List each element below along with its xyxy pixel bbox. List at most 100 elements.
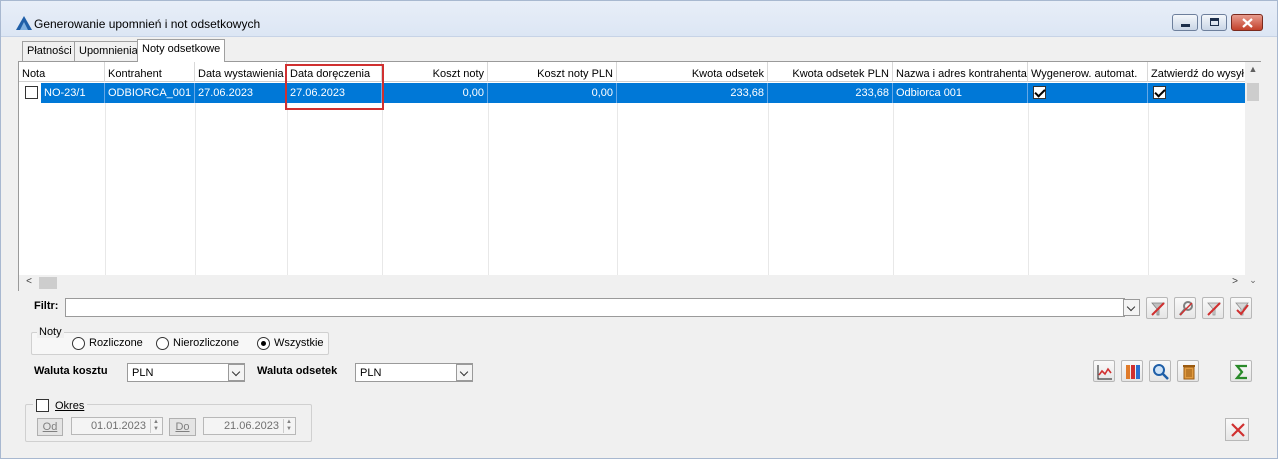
grid-line (768, 103, 769, 275)
window-title: Generowanie upomnień i not odsetkowych (34, 17, 261, 31)
horizontal-scrollbar[interactable]: < > (19, 275, 1245, 291)
vertical-scrollbar[interactable]: ▲ ⌄ (1245, 62, 1261, 291)
cell-kontrahent: ODBIORCA_001 (105, 83, 195, 103)
grid-line (382, 103, 383, 275)
row-select-cell (19, 83, 41, 103)
waluta-odsetek-dropdown-icon[interactable] (456, 364, 473, 381)
cell-wygenerow-automat (1028, 83, 1148, 103)
trash-icon (1183, 365, 1195, 380)
cell-koszt-noty: 0,00 (382, 83, 488, 103)
waluta-kosztu-label: Waluta kosztu (34, 365, 108, 377)
grid-line (1148, 103, 1149, 275)
col-koszt-noty[interactable]: Koszt noty (382, 62, 488, 82)
filter-wrench-icon (1179, 301, 1193, 316)
col-data-wystawienia[interactable]: Data wystawienia (195, 62, 287, 82)
col-zatwierdz[interactable]: Zatwierdź do wysył (1148, 62, 1245, 82)
tab-noty-odsetkowe[interactable]: Noty odsetkowe (137, 39, 226, 62)
zatwierdz-checkbox[interactable] (1153, 86, 1166, 99)
filter-apply-icon (1235, 302, 1249, 316)
grid-line (195, 103, 196, 275)
scroll-up-icon[interactable]: ▲ (1245, 64, 1261, 81)
radio-wszystkie[interactable] (257, 337, 270, 350)
scroll-right-icon[interactable]: > (1227, 276, 1243, 290)
filter-clear-button[interactable] (1146, 297, 1168, 319)
cell-kwota-odsetek-pln: 233,68 (768, 83, 893, 103)
waluta-kosztu-dropdown-icon[interactable] (228, 364, 245, 381)
noty-group-label: Noty (37, 326, 64, 338)
do-date-spin-icon[interactable]: ▲ ▼ (283, 419, 294, 433)
cell-kwota-odsetek: 233,68 (617, 83, 768, 103)
grid-line (893, 103, 894, 275)
od-date-spin-icon[interactable]: ▲ ▼ (150, 419, 161, 433)
wygenerow-automat-checkbox[interactable] (1033, 86, 1046, 99)
sum-button[interactable] (1230, 360, 1252, 382)
cell-data-wystawienia: 27.06.2023 (195, 83, 287, 103)
app-logo-icon (16, 16, 32, 30)
cell-nota: NO-23/1 (41, 83, 105, 103)
main-window: Generowanie upomnień i not odsetkowych P… (0, 0, 1278, 459)
scroll-left-icon[interactable]: < (21, 276, 37, 290)
row-select-checkbox[interactable] (25, 86, 38, 99)
cell-zatwierdz (1148, 83, 1245, 103)
chart-button[interactable] (1093, 360, 1115, 382)
od-date-field[interactable]: 01.01.2023 ▲ ▼ (71, 417, 163, 435)
minimize-icon (1181, 24, 1190, 27)
grid-line (617, 103, 618, 275)
grid-line (105, 103, 106, 275)
maximize-icon (1210, 18, 1219, 26)
columns-button[interactable] (1121, 360, 1143, 382)
okres-label[interactable]: Okres (55, 398, 84, 412)
search-button[interactable] (1149, 360, 1171, 382)
radio-nierozliczone-label[interactable]: Nierozliczone (173, 337, 239, 349)
radio-nierozliczone[interactable] (156, 337, 169, 350)
grid-line (287, 103, 288, 275)
col-koszt-noty-pln[interactable]: Koszt noty PLN (488, 62, 617, 82)
cell-koszt-noty-pln: 0,00 (488, 83, 617, 103)
radio-rozliczone[interactable] (72, 337, 85, 350)
title-bar: Generowanie upomnień i not odsetkowych (1, 1, 1277, 37)
filter-remove-button[interactable] (1202, 297, 1224, 319)
okres-title: Okres (33, 398, 88, 414)
col-nota[interactable]: Nota (19, 62, 105, 82)
filter-input[interactable] (65, 298, 1125, 317)
delete-button[interactable] (1177, 360, 1199, 382)
col-kwota-odsetek[interactable]: Kwota odsetek (617, 62, 768, 82)
waluta-odsetek-label: Waluta odsetek (257, 365, 338, 377)
do-button[interactable]: Do (169, 418, 196, 436)
grid-line (488, 103, 489, 275)
sigma-icon (1234, 364, 1247, 380)
filter-remove-icon (1207, 302, 1221, 316)
close-button[interactable] (1225, 418, 1249, 441)
od-date-value: 01.01.2023 (90, 420, 146, 432)
vertical-scroll-thumb[interactable] (1247, 83, 1259, 101)
filter-dropdown-button[interactable] (1123, 299, 1140, 316)
scroll-down-icon[interactable]: ⌄ (1245, 275, 1261, 292)
filter-apply-button[interactable] (1230, 297, 1252, 319)
filter-label: Filtr: (34, 300, 59, 312)
horizontal-scroll-thumb[interactable] (39, 277, 57, 289)
filter-clear-icon (1151, 302, 1165, 316)
radio-wszystkie-label[interactable]: Wszystkie (274, 337, 324, 349)
close-window-button[interactable] (1231, 14, 1263, 31)
filter-build-button[interactable] (1174, 297, 1196, 319)
do-date-value: 21.06.2023 (223, 420, 279, 432)
col-kontrahent[interactable]: Kontrahent (105, 62, 195, 82)
minimize-button[interactable] (1172, 14, 1198, 31)
do-date-field[interactable]: 21.06.2023 ▲ ▼ (203, 417, 296, 435)
col-wygenerow-automat[interactable]: Wygenerow. automat. (1028, 62, 1148, 82)
maximize-button[interactable] (1201, 14, 1227, 31)
okres-checkbox[interactable] (36, 399, 49, 412)
radio-rozliczone-label[interactable]: Rozliczone (89, 337, 143, 349)
annotation-highlight-box (285, 64, 384, 110)
grid-line (1028, 103, 1029, 275)
tab-platnosci[interactable]: Płatności (22, 41, 77, 61)
grid-header: Nota Kontrahent Data wystawienia Data do… (19, 62, 1245, 82)
od-button[interactable]: Od (37, 418, 63, 436)
col-nazwa-adres[interactable]: Nazwa i adres kontrahenta (893, 62, 1028, 82)
table-row[interactable]: NO-23/1 ODBIORCA_001 27.06.2023 27.06.20… (19, 83, 1245, 103)
notes-grid: Nota Kontrahent Data wystawienia Data do… (18, 61, 1261, 291)
col-kwota-odsetek-pln[interactable]: Kwota odsetek PLN (768, 62, 893, 82)
tab-upomnienia[interactable]: Upomnienia (74, 41, 143, 61)
columns-icon (1126, 365, 1140, 379)
chart-icon (1097, 365, 1112, 380)
